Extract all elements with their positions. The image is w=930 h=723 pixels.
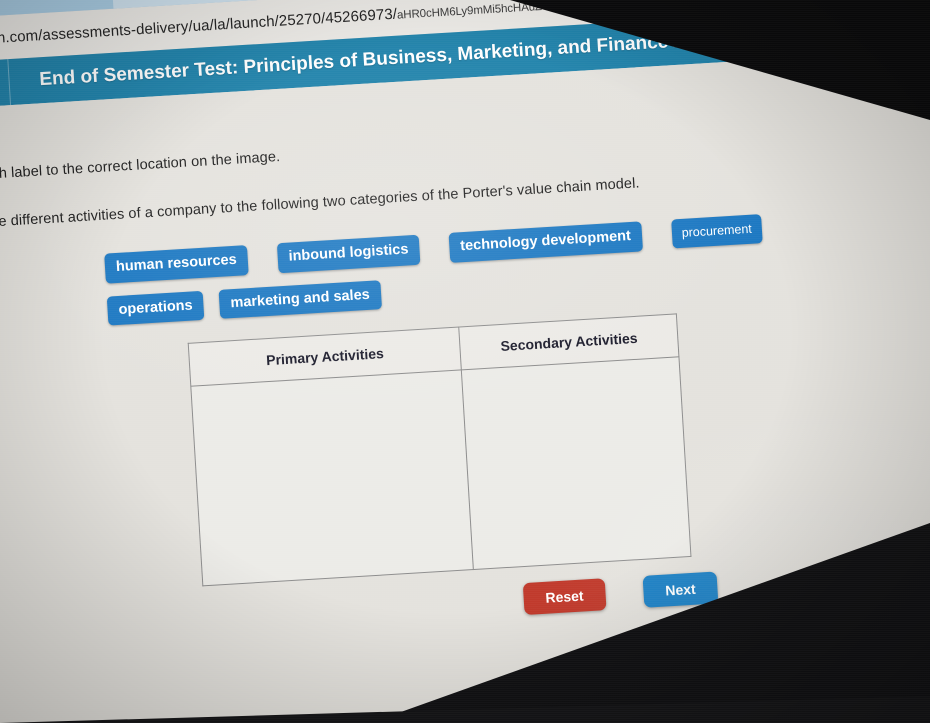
question-content: 13 Drag each label to the correct locati… xyxy=(0,44,930,723)
check-circle-icon: ✓ xyxy=(733,31,748,45)
monitor-screen: e.edmentum.com/assessments-delivery/ua/l… xyxy=(0,0,930,723)
next-button[interactable]: Next xyxy=(642,571,719,608)
drag-label-marketing-and-sales[interactable]: marketing and sales xyxy=(218,279,382,319)
reset-button[interactable]: Reset xyxy=(522,578,607,616)
header-actions: ✓ Submit Test 🔧 Reader Tools i Info xyxy=(733,13,930,46)
drop-table-wrapper: Primary Activities Secondary Activities xyxy=(0,292,930,602)
photograph-of-monitor: e.edmentum.com/assessments-delivery/ua/l… xyxy=(0,0,930,723)
drag-label-inbound-logistics[interactable]: inbound logistics xyxy=(276,234,421,273)
submit-test-label: Submit Test xyxy=(753,26,820,45)
reader-tools-button[interactable]: 🔧 Reader Tools xyxy=(844,18,930,40)
drag-label-technology-development[interactable]: technology development xyxy=(448,221,643,263)
drag-label-operations[interactable]: operations xyxy=(106,290,205,326)
table-drop-row xyxy=(190,356,691,586)
reader-tools-label: Reader Tools xyxy=(867,18,930,38)
drag-label-procurement[interactable]: procurement xyxy=(670,214,763,248)
drop-target-table: Primary Activities Secondary Activities xyxy=(187,313,692,587)
drag-label-human-resources[interactable]: human resources xyxy=(104,245,249,284)
drop-zone-primary-activities[interactable] xyxy=(190,369,474,586)
submit-test-button[interactable]: ✓ Submit Test xyxy=(733,26,819,45)
wrench-icon: 🔧 xyxy=(844,22,862,39)
drop-zone-secondary-activities[interactable] xyxy=(461,356,691,570)
